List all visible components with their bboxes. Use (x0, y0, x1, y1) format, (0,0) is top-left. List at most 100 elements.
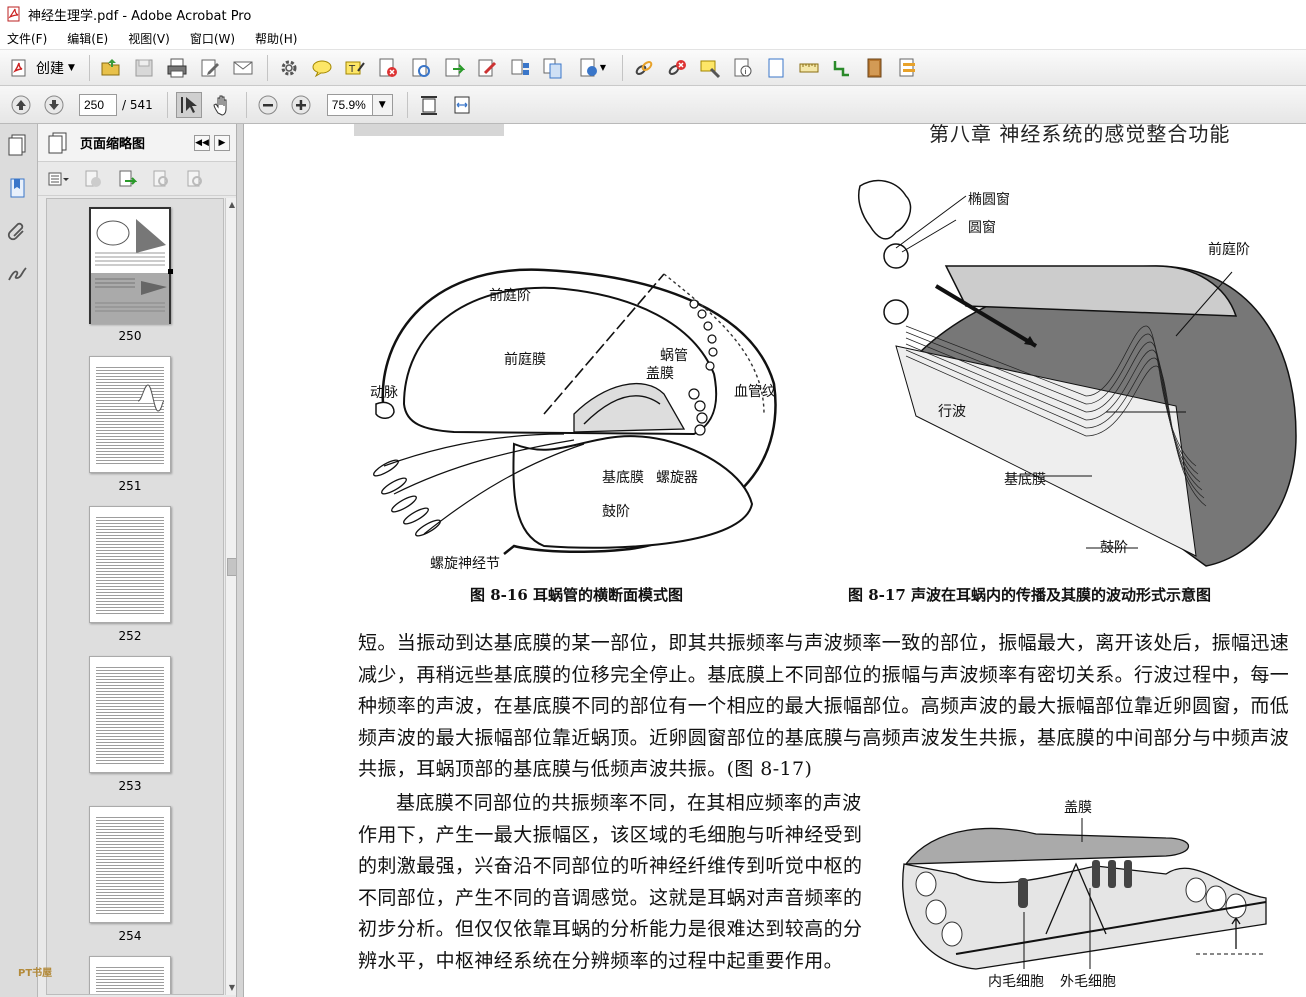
measure-button[interactable] (796, 55, 822, 81)
fig16-label-vestibuli: 前庭阶 (489, 287, 531, 304)
new-page-button[interactable] (763, 55, 789, 81)
fig16-label-artery: 动脉 (370, 385, 398, 401)
zoom-in-icon (291, 95, 311, 114)
split-button[interactable] (507, 55, 533, 81)
chevron-down-icon: ▼ (599, 63, 606, 72)
unlink-chain-icon (668, 59, 686, 75)
window-title: 神经生理学.pdf - Adobe Acrobat Pro (28, 8, 252, 24)
thumbnail-label: 251 (118, 479, 142, 493)
menu-edit[interactable]: 编辑(E) (64, 28, 111, 49)
fig17-label-vestibuli: 前庭阶 (1208, 241, 1250, 258)
email-button[interactable] (230, 55, 256, 81)
double-chevron-left-icon: ◀◀ (195, 137, 209, 148)
combine-button[interactable] (540, 55, 566, 81)
link-button[interactable] (631, 55, 657, 81)
unlink-button[interactable] (664, 55, 690, 81)
chevron-down-icon: ▼ (378, 99, 386, 110)
signature-icon[interactable] (6, 262, 30, 286)
stamp-button[interactable] (697, 55, 723, 81)
delete-page-button[interactable] (375, 55, 401, 81)
zoom-dropdown-button[interactable]: ▼ (372, 93, 393, 116)
open-button[interactable] (98, 55, 124, 81)
page-total: / 541 (122, 97, 153, 112)
menu-help[interactable]: 帮助(H) (252, 28, 300, 49)
delete-page-icon (379, 58, 397, 77)
fig18-label-outer: 外毛细胞 (1060, 974, 1116, 990)
thumbnail-page[interactable] (89, 956, 171, 994)
insert-thumb-button[interactable] (116, 169, 138, 189)
thumbnail-options-button[interactable] (48, 169, 70, 189)
properties-button[interactable]: i (730, 55, 756, 81)
comment-button[interactable] (309, 55, 335, 81)
panel-title: 页面缩略图 (80, 137, 146, 152)
extract-page-button[interactable] (441, 55, 467, 81)
rotate-right-icon (187, 170, 202, 186)
highlight-button[interactable]: T (342, 55, 368, 81)
fig17-label-oval: 椭圆窗 (968, 191, 1010, 208)
create-button[interactable]: 创建 ▼ (8, 57, 75, 79)
settings-button[interactable] (276, 55, 302, 81)
accessibility-button[interactable] (829, 55, 855, 81)
zoom-out-button[interactable] (255, 92, 281, 118)
edit-document-button[interactable] (197, 55, 223, 81)
figure-16-caption: 图 8-16 耳蜗管的横断面模式图 (470, 586, 683, 604)
info-document-icon: i (734, 58, 752, 76)
fig17-label-tympani: 鼓阶 (1100, 540, 1128, 556)
menu-file[interactable]: 文件(F) (4, 28, 50, 49)
fit-width-button[interactable] (449, 92, 475, 118)
thumbnail-overlay-icon (95, 278, 167, 312)
collapse-panel-button[interactable]: ◀◀ (194, 134, 210, 151)
zoom-level-input[interactable] (326, 93, 373, 116)
rotate-ccw-thumb-button[interactable] (150, 169, 172, 189)
book-icon (867, 58, 882, 77)
page-thumbnails-icon[interactable] (6, 132, 30, 156)
thumbnail-page[interactable] (89, 207, 173, 324)
thumbnail-chart-icon (137, 384, 165, 412)
svg-text:i: i (744, 68, 746, 76)
print-button[interactable] (164, 55, 190, 81)
rotate-cw-thumb-button[interactable] (184, 169, 206, 189)
rotate-page-button[interactable] (408, 55, 434, 81)
bookmark-icon[interactable] (6, 176, 30, 200)
fig16-label-vest-membrane: 前庭膜 (504, 351, 546, 368)
zoom-in-button[interactable] (288, 92, 314, 118)
book-button[interactable] (862, 55, 888, 81)
figure-organ-of-corti: 盖膜 内毛细胞 外毛细胞 (902, 800, 1267, 990)
delete-page-icon (85, 170, 101, 187)
thumbnail-list[interactable]: 250 251 252 253 254 (46, 198, 224, 995)
navigation-toolbar: / 541 ▼ (0, 86, 1306, 124)
thumbnail-page[interactable] (89, 506, 171, 623)
panel-toolbar (38, 162, 236, 196)
web-capture-button[interactable]: ▼ (573, 55, 611, 81)
thumbnail-label: 253 (118, 779, 142, 793)
web-page-icon (580, 58, 597, 76)
next-page-button[interactable] (41, 92, 67, 118)
select-tool-button[interactable] (175, 91, 202, 118)
paperclip-icon[interactable] (6, 220, 30, 244)
menu-view[interactable]: 视图(V) (125, 28, 173, 49)
form-button[interactable] (895, 55, 921, 81)
thumbnail-page[interactable] (89, 356, 171, 473)
save-button[interactable] (131, 55, 157, 81)
blank-page-icon (768, 58, 784, 77)
page-number-input[interactable] (79, 93, 117, 116)
menu-window[interactable]: 窗口(W) (187, 28, 238, 49)
sign-button[interactable] (474, 55, 500, 81)
fig16-label-stria: 血管纹 (734, 384, 776, 400)
thumbnail-page[interactable] (89, 656, 171, 773)
list-options-icon (48, 172, 69, 185)
sign-pen-icon (478, 59, 496, 76)
fit-page-button[interactable] (416, 92, 442, 118)
highlight-text-icon: T (345, 61, 365, 75)
form-fields-icon (899, 58, 915, 76)
previous-page-button[interactable] (8, 92, 34, 118)
delete-thumb-button[interactable] (82, 169, 104, 189)
thumbnail-page[interactable] (89, 806, 171, 923)
panel-splitter[interactable] (236, 124, 244, 997)
thumbnail-label: 250 (118, 329, 142, 343)
toolbar-divider (406, 91, 408, 118)
edit-page-icon (201, 59, 219, 76)
panel-options-button[interactable]: ▶ (214, 134, 230, 151)
create-pdf-icon (11, 59, 26, 76)
hand-tool-button[interactable] (209, 92, 235, 118)
